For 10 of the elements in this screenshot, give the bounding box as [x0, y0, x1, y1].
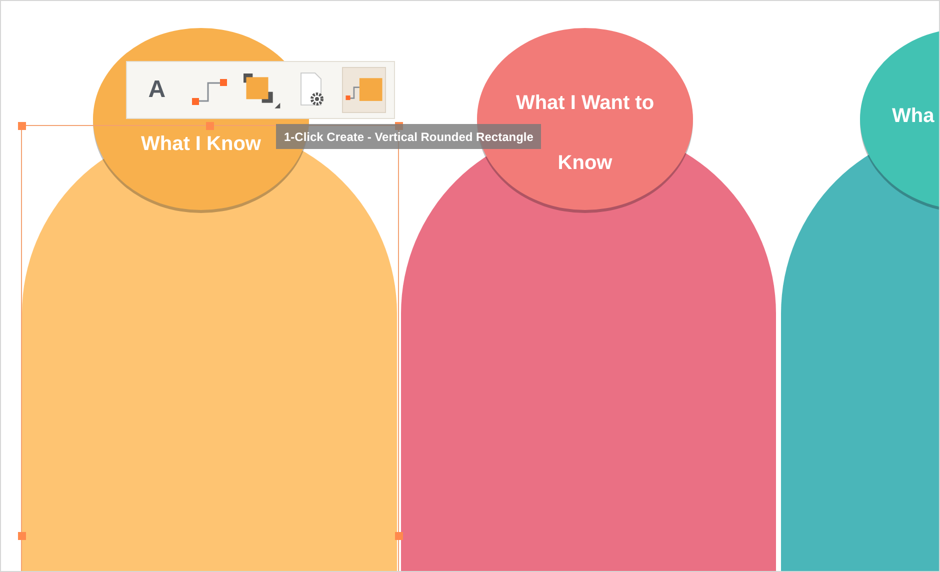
column-title: Wha — [892, 106, 934, 126]
column-title: Know — [558, 153, 612, 173]
column-title: What I Know — [141, 134, 261, 154]
resize-handle[interactable] — [18, 122, 26, 130]
tooltip: 1-Click Create - Vertical Rounded Rectangle — [276, 124, 542, 149]
resize-handle[interactable] — [395, 532, 403, 540]
resize-handle[interactable] — [206, 122, 214, 130]
toolbar-button[interactable]: A — [134, 67, 179, 113]
column-title: What I Want to — [516, 93, 654, 113]
resize-handle[interactable] — [18, 532, 26, 540]
